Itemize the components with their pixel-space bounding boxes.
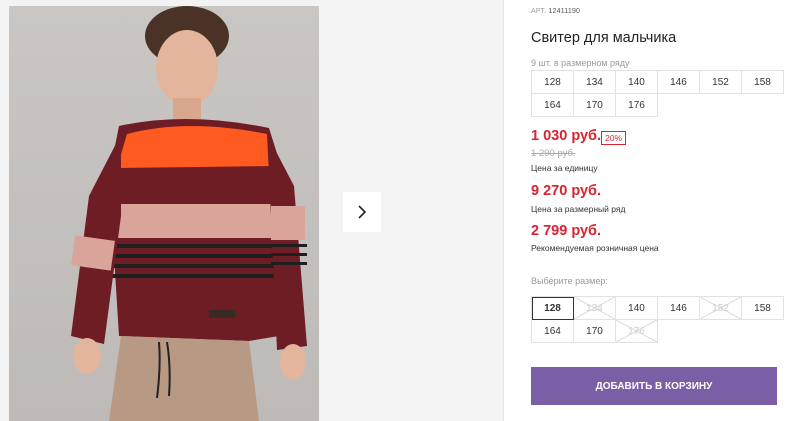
product-gallery <box>0 0 504 421</box>
pack-size-cell: 134 <box>574 71 616 94</box>
size-option-164[interactable]: 164 <box>532 320 574 343</box>
unavailable-cross-icon <box>700 297 741 319</box>
product-photo[interactable] <box>9 6 319 421</box>
size-option-128[interactable]: 128 <box>532 297 574 320</box>
product-page: АРТ. 12411190 Свитер для мальчика 9 шт. … <box>0 0 800 421</box>
product-title: Свитер для мальчика <box>531 30 677 46</box>
size-option-146[interactable]: 146 <box>658 297 700 320</box>
article-value: 12411190 <box>548 8 581 15</box>
size-selector: 128 134 140 146 152 158 164 170 176 <box>531 296 784 343</box>
pack-size-cell: 158 <box>742 71 784 94</box>
size-option-label: 170 <box>586 325 603 337</box>
size-option-label: 164 <box>544 325 561 337</box>
pack-label: 9 шт. в размерном ряду <box>531 58 630 68</box>
pack-price-caption: Цена за размерный ряд <box>531 204 626 214</box>
add-to-cart-button[interactable]: ДОБАВИТЬ В КОРЗИНУ <box>531 367 777 405</box>
size-option-label: 146 <box>670 302 687 314</box>
choose-size-label: Выберите размер: <box>531 276 608 286</box>
size-option-176[interactable]: 176 <box>616 320 658 343</box>
unavailable-cross-icon <box>574 297 615 319</box>
boy-sweater-illustration <box>71 6 307 421</box>
size-option-134[interactable]: 134 <box>574 297 616 320</box>
pack-size-cell: 140 <box>616 71 658 94</box>
size-option-label: 140 <box>628 302 645 314</box>
product-details: АРТ. 12411190 Свитер для мальчика 9 шт. … <box>531 0 791 421</box>
pack-size-cell: 146 <box>658 71 700 94</box>
pack-size-cell: 170 <box>574 94 616 117</box>
old-price: 1 290 руб. <box>531 148 576 159</box>
pack-size-grid: 128 134 140 146 152 158 164 170 176 <box>531 70 784 117</box>
discount-badge: 20% <box>601 131 627 145</box>
pack-size-cell: 128 <box>532 71 574 94</box>
size-option-140[interactable]: 140 <box>616 297 658 320</box>
size-option-label: 128 <box>544 302 561 314</box>
unit-price-caption: Цена за единицу <box>531 163 598 173</box>
pack-size-cell: 176 <box>616 94 658 117</box>
size-option-170[interactable]: 170 <box>574 320 616 343</box>
article-label: АРТ. <box>531 8 547 15</box>
size-option-152[interactable]: 152 <box>700 297 742 320</box>
unit-price: 1 030 руб. <box>531 128 602 144</box>
size-option-label: 158 <box>754 302 771 314</box>
pack-price: 9 270 руб. <box>531 183 602 199</box>
unavailable-cross-icon <box>616 320 657 342</box>
pack-size-cell: 152 <box>700 71 742 94</box>
article-number: АРТ. 12411190 <box>531 8 580 15</box>
size-option-158[interactable]: 158 <box>742 297 784 320</box>
pack-size-cell: 164 <box>532 94 574 117</box>
rrp-price-caption: Рекомендуемая розничная цена <box>531 243 659 253</box>
rrp-price: 2 799 руб. <box>531 223 602 239</box>
chevron-right-icon <box>358 205 367 219</box>
next-image-button[interactable] <box>343 192 381 232</box>
